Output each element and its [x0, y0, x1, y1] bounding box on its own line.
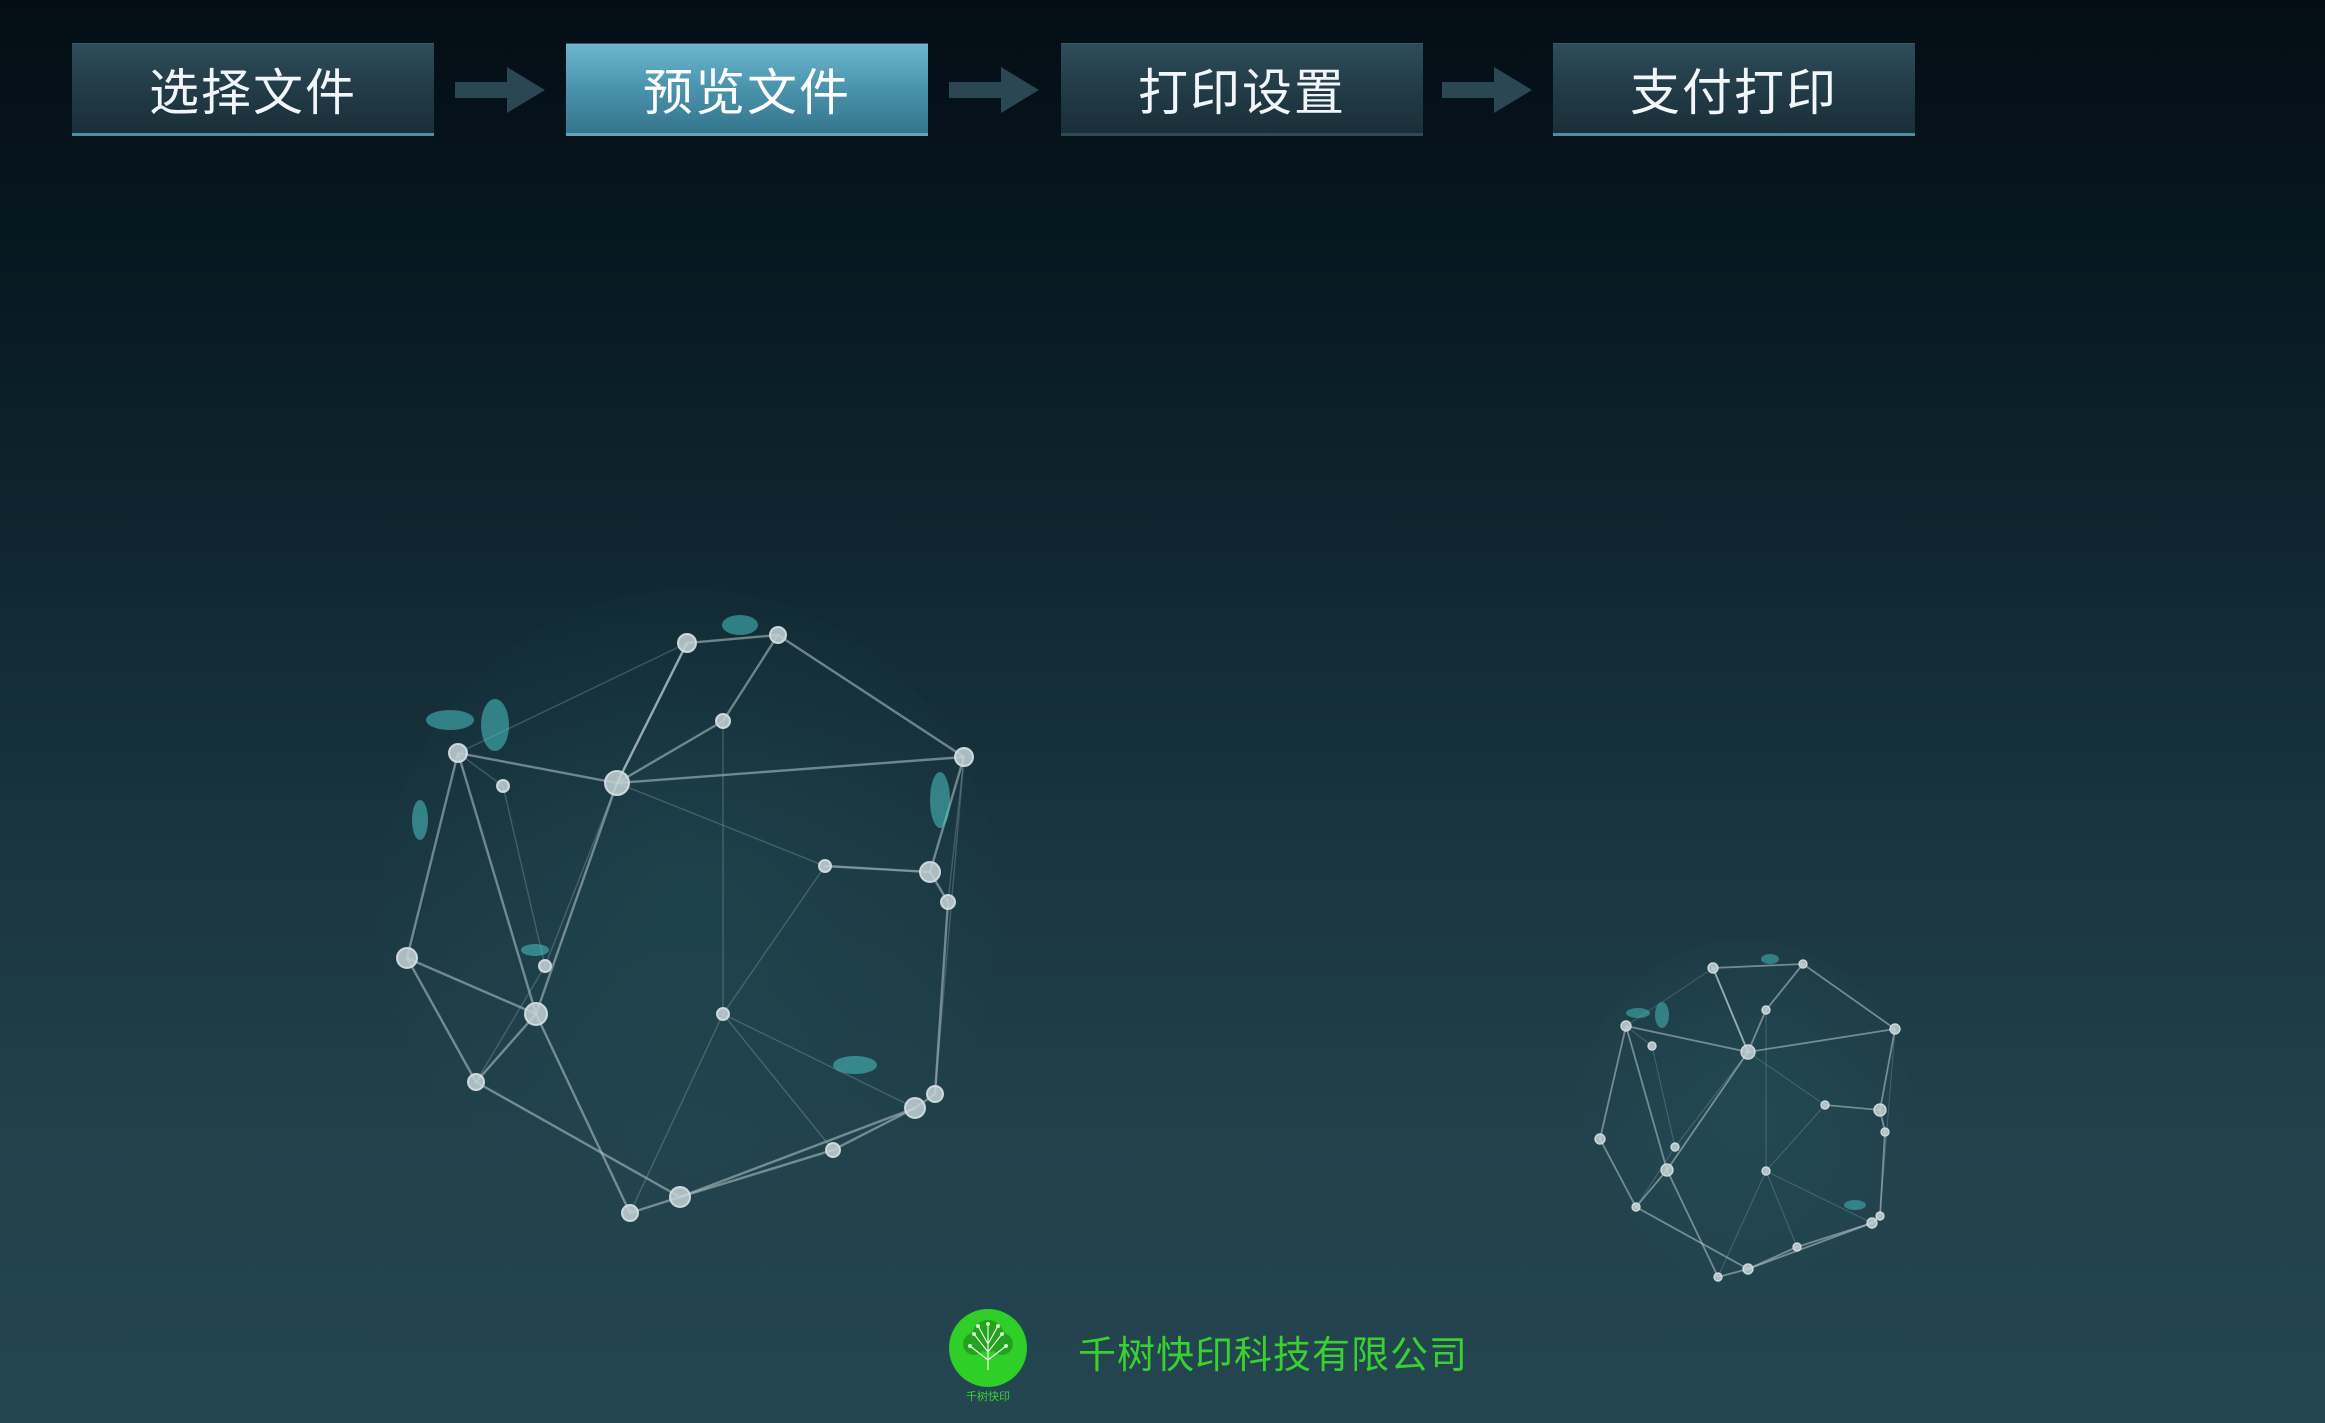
footer: 千树快印 千树快印科技有限公司 [948, 1308, 1468, 1403]
tree-logo-icon: 千树快印 [949, 1309, 1027, 1403]
step-label: 支付打印 [1630, 63, 1838, 122]
arrow-right-icon [455, 67, 545, 113]
arrow-right-icon [1442, 67, 1532, 113]
step-preview-file[interactable]: 预览文件 [566, 43, 928, 136]
step-print-settings[interactable]: 打印设置 [1061, 43, 1423, 136]
company-name: 千树快印科技有限公司 [1078, 1333, 1469, 1377]
arrow-right-icon [949, 67, 1039, 113]
step-pay-print[interactable]: 支付打印 [1553, 43, 1915, 136]
step-label: 选择文件 [149, 63, 357, 122]
network-globe-icon [1580, 940, 1910, 1282]
step-label: 打印设置 [1138, 63, 1346, 122]
network-globe-icon [380, 590, 1000, 1230]
logo-caption: 千树快印 [966, 1389, 1010, 1403]
step-select-file[interactable]: 选择文件 [72, 43, 434, 136]
step-label: 预览文件 [643, 63, 851, 122]
